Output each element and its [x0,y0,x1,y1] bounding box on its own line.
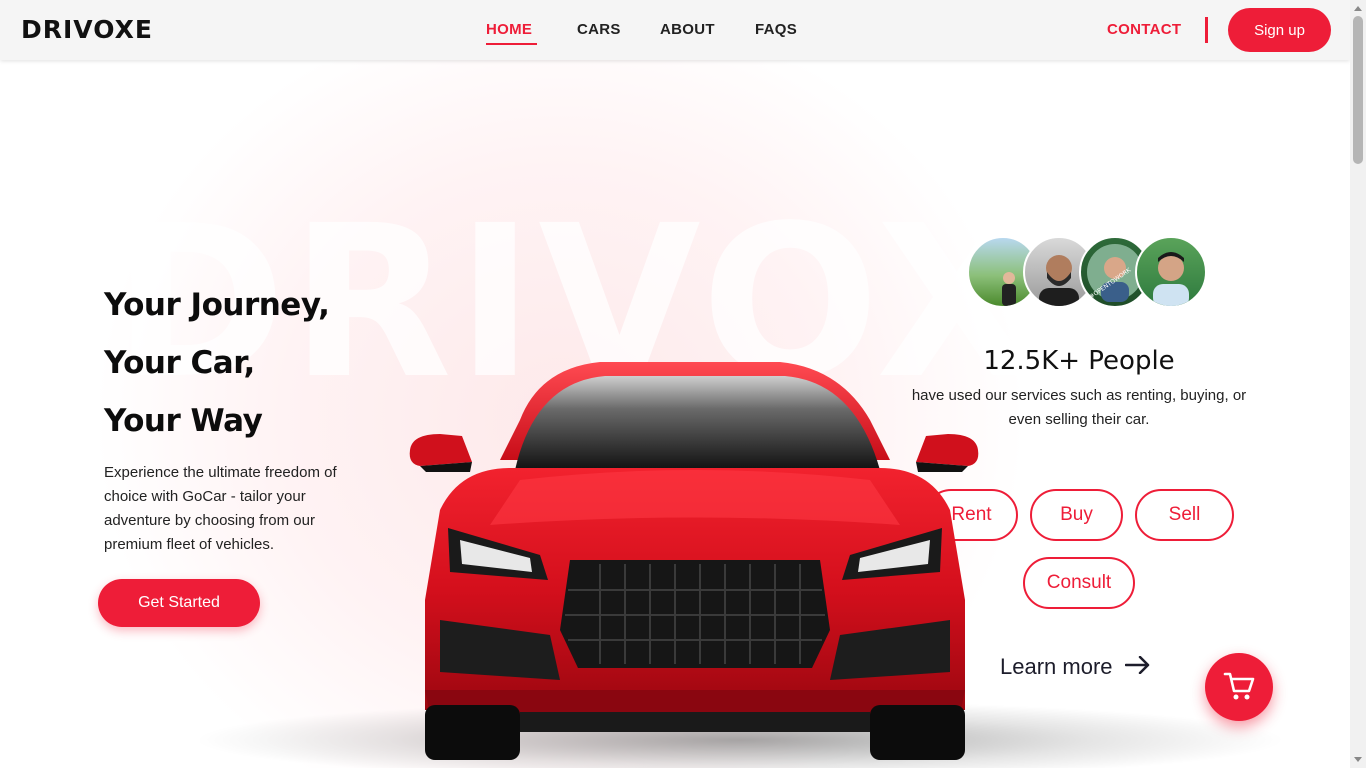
signup-button[interactable]: Sign up [1228,8,1331,52]
nav-active-underline [486,43,537,45]
navbar: DRIVOXE HOME CARS ABOUT FAQS CONTACT Sig… [0,0,1350,60]
buy-button[interactable]: Buy [1030,489,1123,541]
hero-heading: Your Journey, Your Car, Your Way [104,276,330,450]
logo[interactable]: DRIVOXE [21,15,153,44]
scroll-thumb[interactable] [1353,16,1363,164]
nav-cars[interactable]: CARS [577,21,621,38]
nav-divider [1205,17,1208,43]
nav-faqs[interactable]: FAQS [755,21,797,38]
scroll-down-icon[interactable] [1354,757,1362,762]
scroll-up-icon[interactable] [1354,6,1362,11]
arrow-right-icon [1124,654,1151,680]
cart-button[interactable] [1205,653,1273,721]
consult-button[interactable]: Consult [1023,557,1135,609]
nav-home[interactable]: HOME [486,21,532,38]
stat-number: 12.5K+ People [983,346,1175,376]
hero-line-3: Your Way [104,403,263,439]
nav-about[interactable]: ABOUT [660,21,715,38]
stat-text: have used our services such as renting, … [911,387,1247,428]
learn-more-link[interactable]: Learn more [1000,654,1151,680]
hero-description: Experience the ultimate freedom of choic… [104,464,337,553]
get-started-button[interactable]: Get Started [98,579,260,627]
sell-button[interactable]: Sell [1135,489,1234,541]
car-image [400,350,980,768]
cart-icon [1223,671,1255,704]
page: DRIVOXE HOME CARS ABOUT FAQS CONTACT Sig… [0,0,1350,768]
nav-contact[interactable]: CONTACT [1107,21,1181,38]
user-avatar-4 [1135,236,1207,308]
scrollbar[interactable] [1350,0,1366,768]
learn-more-label: Learn more [1000,654,1113,679]
hero-line-1: Your Journey, [104,287,330,323]
hero-line-2: Your Car, [104,345,255,381]
